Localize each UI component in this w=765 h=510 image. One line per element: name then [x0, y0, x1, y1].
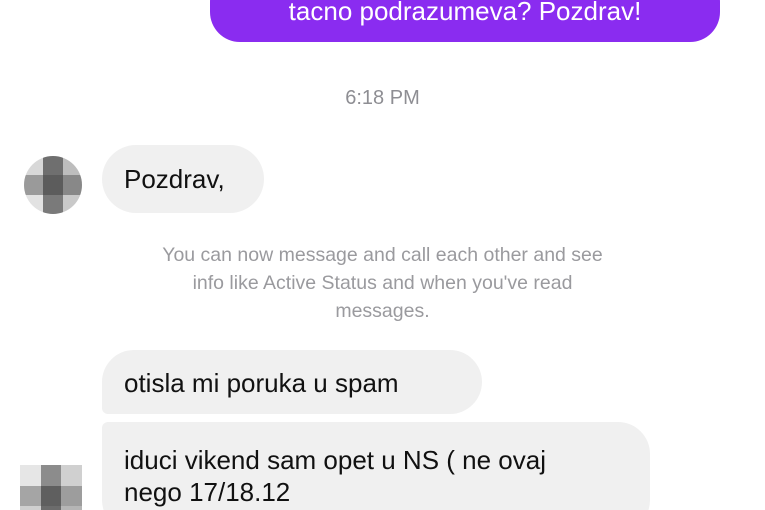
- chat-thread: tacno podrazumeva? Pozdrav! 6:18 PM Pozd…: [0, 0, 765, 510]
- incoming-message-text: otisla mi poruka u spam: [124, 368, 399, 398]
- outgoing-message-text: tacno podrazumeva? Pozdrav!: [288, 0, 642, 26]
- system-notice-line: You can now message and call each other …: [162, 244, 603, 266]
- system-notice-line: messages.: [335, 300, 430, 322]
- incoming-message-bubble[interactable]: iduci vikend sam opet u NS ( ne ovaj neg…: [102, 422, 650, 510]
- system-notice: You can now message and call each other …: [100, 241, 665, 325]
- message-timestamp: 6:18 PM: [345, 87, 420, 109]
- incoming-message-bubble[interactable]: otisla mi poruka u spam: [102, 350, 482, 414]
- outgoing-message-bubble[interactable]: tacno podrazumeva? Pozdrav!: [210, 0, 720, 42]
- incoming-message-text: iduci vikend sam opet u NS ( ne ovaj: [124, 445, 546, 475]
- contact-avatar[interactable]: [20, 465, 82, 510]
- contact-avatar[interactable]: [24, 156, 82, 214]
- incoming-message-text: Pozdrav,: [124, 164, 225, 194]
- incoming-message-text: nego 17/18.12: [124, 477, 291, 507]
- system-notice-line: info like Active Status and when you've …: [192, 272, 573, 294]
- incoming-message-bubble[interactable]: Pozdrav,: [102, 145, 264, 213]
